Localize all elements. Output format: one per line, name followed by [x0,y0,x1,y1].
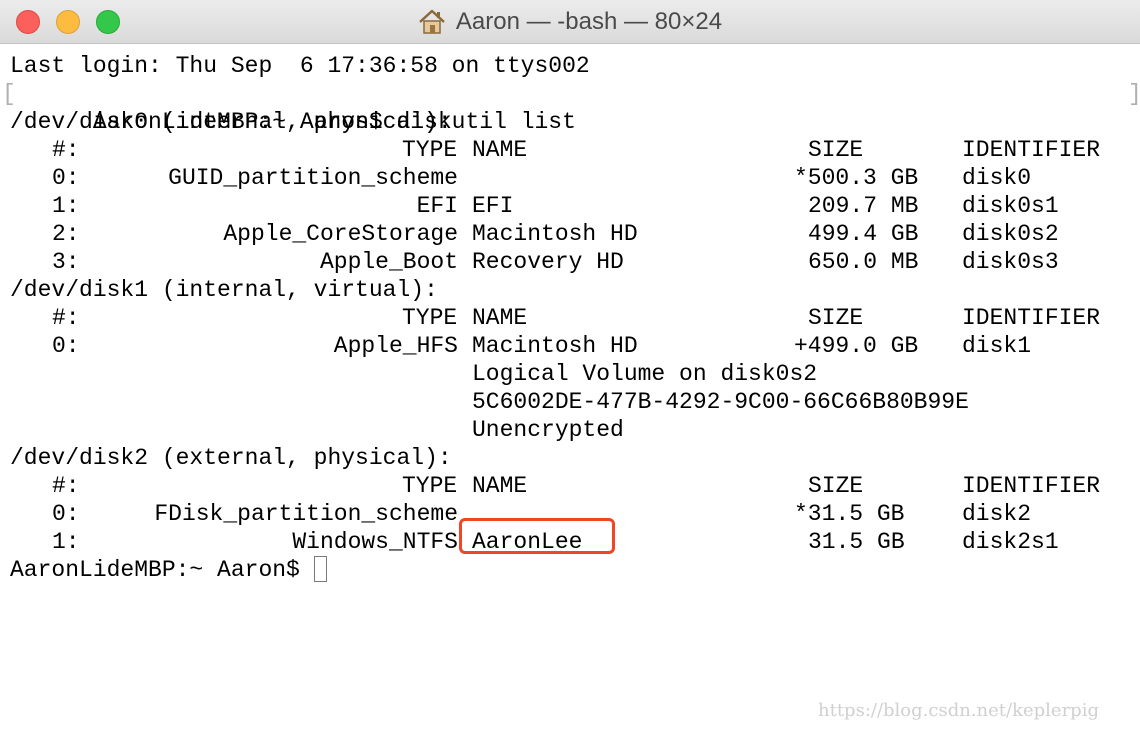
col-size-header: SIZE [808,137,864,163]
col-identifier-header: IDENTIFIER [962,137,1101,163]
prompt-line[interactable]: AaronLideMBP:~ Aaron$ [10,556,1130,584]
row-type: Apple_HFS [333,333,458,359]
terminal-window: Aaron — -bash — 80×24 Last login: Thu Se… [0,0,1140,732]
row-size: 499.4 GB [808,221,919,247]
row-size: *500.3 GB [794,165,919,191]
volume-detail-line: Logical Volume on disk0s2 [10,360,1130,388]
col-type-header: TYPE [402,137,458,163]
row-identifier: disk0 [962,165,1032,191]
col-name-header: NAME [472,305,528,331]
row-type: Windows_NTFS [292,529,458,555]
disk-header: /dev/disk1 (internal, virtual): [10,277,438,303]
volume-uuid: 5C6002DE-477B-4292-9C00-66C66B80B99E [472,389,969,415]
row-name: Recovery HD [472,249,624,275]
watermark: https://blog.csdn.net/keplerpig [818,700,1099,721]
row-identifier: disk2 [962,501,1032,527]
col-num-header: #: [52,473,80,499]
col-type-header: TYPE [402,473,458,499]
row-type: GUID_partition_scheme [168,165,458,191]
row-num: 3: [52,249,80,275]
table-row: 0: GUID_partition_scheme *500.3 GB disk0 [10,164,1130,192]
row-name: Macintosh HD [472,221,638,247]
row-type: Apple_CoreStorage [223,221,458,247]
table-row: 1: EFI EFI 209.7 MB disk0s1 [10,192,1130,220]
disk-header: /dev/disk0 (internal, physical): [10,109,452,135]
table-row: 0: Apple_HFS Macintosh HD +499.0 GB disk… [10,332,1130,360]
col-size-header: SIZE [808,473,864,499]
volume-detail-line: 5C6002DE-477B-4292-9C00-66C66B80B99E [10,388,1130,416]
col-type-header: TYPE [402,305,458,331]
mark-bracket-left: [ [2,81,16,107]
row-identifier: disk0s1 [962,193,1059,219]
row-size: 650.0 MB [808,249,919,275]
col-size-header: SIZE [808,305,864,331]
text-cursor [313,556,327,582]
title-bar[interactable]: Aaron — -bash — 80×24 [0,0,1140,44]
row-size: 209.7 MB [808,193,919,219]
row-num: 1: [52,529,80,555]
volume-detail-line: Unencrypted [10,416,1130,444]
row-num: 0: [52,333,80,359]
col-identifier-header: IDENTIFIER [962,473,1101,499]
row-identifier: disk0s2 [962,221,1059,247]
window-title-area: Aaron — -bash — 80×24 [0,0,1140,44]
prompt-text: AaronLideMBP:~ Aaron$ [10,557,314,583]
col-identifier-header: IDENTIFIER [962,305,1101,331]
terminal-content[interactable]: Last login: Thu Sep 6 17:36:58 on ttys00… [2,52,1140,652]
last-login-line: Last login: Thu Sep 6 17:36:58 on ttys00… [10,53,590,79]
highlight-annotation [459,518,615,554]
col-num-header: #: [52,305,80,331]
window-title: Aaron — -bash — 80×24 [455,8,723,35]
col-num-header: #: [52,137,80,163]
table-row: 3: Apple_Boot Recovery HD 650.0 MB disk0… [10,248,1130,276]
row-name: Macintosh HD [472,333,638,359]
row-num: 1: [52,193,80,219]
table-header-row: #: TYPE NAME SIZE IDENTIFIER [10,304,1130,332]
row-num: 0: [52,165,80,191]
row-size: +499.0 GB [794,333,919,359]
table-header-row: #: TYPE NAME SIZE IDENTIFIER [10,472,1130,500]
command-line: [AaronLideMBP:~ Aaron$ diskutil list] [2,80,1140,135]
row-identifier: disk0s3 [962,249,1059,275]
row-type: EFI [416,193,458,219]
table-header-row: #: TYPE NAME SIZE IDENTIFIER [10,136,1130,164]
row-num: 0: [52,501,80,527]
row-type: FDisk_partition_scheme [154,501,458,527]
row-name: EFI [472,193,514,219]
col-name-header: NAME [472,473,528,499]
col-name-header: NAME [472,137,528,163]
row-size: 31.5 GB [808,529,905,555]
row-type: Apple_Boot [319,249,458,275]
disk-header: /dev/disk2 (external, physical): [10,445,452,471]
row-identifier: disk1 [962,333,1032,359]
home-icon [418,9,446,35]
row-num: 2: [52,221,80,247]
table-row: 2: Apple_CoreStorage Macintosh HD 499.4 … [10,220,1130,248]
volume-detail: Logical Volume on disk0s2 [472,361,818,387]
row-identifier: disk2s1 [962,529,1059,555]
mark-bracket-right: ] [1128,80,1140,108]
row-size: *31.5 GB [794,501,905,527]
volume-encryption: Unencrypted [472,417,624,443]
